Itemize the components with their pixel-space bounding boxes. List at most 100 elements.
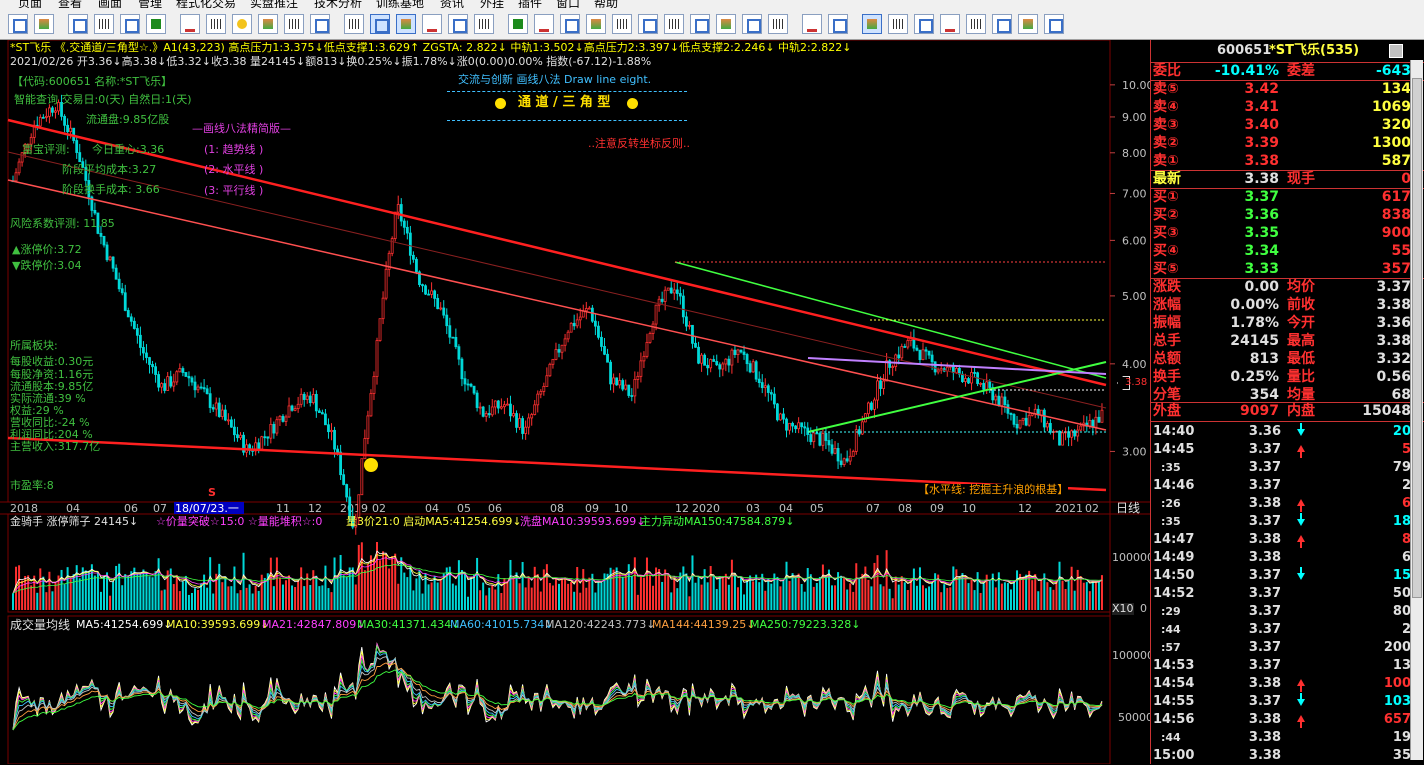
menu-item[interactable]: 管理 xyxy=(138,0,162,8)
multi-icon[interactable] xyxy=(742,14,762,34)
menu-item[interactable]: 技术分析 xyxy=(314,0,362,8)
pen-icon[interactable] xyxy=(828,14,848,34)
quote-scrollbar[interactable] xyxy=(1410,60,1423,760)
volume-bar xyxy=(460,570,463,610)
period-icon[interactable] xyxy=(448,14,468,34)
volume-bar xyxy=(136,573,139,610)
candle-body xyxy=(606,353,609,363)
volume-bar xyxy=(330,592,333,610)
menu-item[interactable]: 窗口 xyxy=(556,0,580,8)
kline-chart-area[interactable]: 10.00 9.00 8.00 7.00 6.00 5.00 4.00 3.00 2018 04 0… xyxy=(0,40,1154,764)
menu-item[interactable]: 训练基地 xyxy=(376,0,424,8)
candle-body xyxy=(202,387,206,390)
volume-bar xyxy=(160,590,163,610)
day-icon[interactable] xyxy=(586,14,606,34)
text-tool-icon[interactable] xyxy=(888,14,908,34)
bar-icon[interactable] xyxy=(508,14,528,34)
candle-body xyxy=(903,346,907,348)
fib-icon[interactable] xyxy=(940,14,960,34)
list-icon[interactable] xyxy=(206,14,226,34)
scrollbar-thumb[interactable] xyxy=(1412,78,1422,598)
ask-price: 3.39 xyxy=(1244,135,1279,151)
stock-menu-icon[interactable] xyxy=(1389,44,1403,58)
bid-label: 买③ xyxy=(1153,225,1179,241)
menu-item[interactable]: 外挂 xyxy=(480,0,504,8)
candle-body xyxy=(1076,429,1080,437)
menu-item[interactable]: 帮助 xyxy=(594,0,618,8)
volume-bar xyxy=(51,591,54,610)
channel-icon[interactable] xyxy=(966,14,986,34)
line-icon[interactable] xyxy=(474,14,494,34)
calendar-icon[interactable] xyxy=(232,14,252,34)
draw-icon[interactable] xyxy=(396,14,416,34)
rect-icon[interactable] xyxy=(992,14,1012,34)
trend-icon[interactable] xyxy=(370,14,390,34)
tick-row: 14:53 3.37 13 xyxy=(1151,657,1424,675)
period-label[interactable]: 日线 xyxy=(1116,502,1140,514)
volume-bar xyxy=(1085,582,1088,610)
arrow-down-icon xyxy=(1297,519,1305,526)
menu-item[interactable]: 实盘推注 xyxy=(250,0,298,8)
layout-icon[interactable] xyxy=(310,14,330,34)
volume-bar xyxy=(145,572,148,610)
gear-icon[interactable] xyxy=(258,14,278,34)
tick-icon[interactable] xyxy=(716,14,736,34)
volume-bar xyxy=(870,586,873,610)
candle-body xyxy=(630,395,634,397)
candle-icon[interactable] xyxy=(534,14,554,34)
volume-bar xyxy=(497,574,500,610)
volume-bar xyxy=(360,542,363,610)
text-icon[interactable] xyxy=(344,14,364,34)
volume-bar xyxy=(900,576,903,610)
open-icon[interactable] xyxy=(34,14,54,34)
close-chart-icon[interactable] xyxy=(180,14,200,34)
menu-item[interactable]: 资讯 xyxy=(440,0,464,8)
divider xyxy=(1151,421,1424,422)
ask-price: 3.38 xyxy=(1244,153,1279,169)
menu-item[interactable]: 插件 xyxy=(518,0,542,8)
window-icon[interactable] xyxy=(94,14,114,34)
volume-bar xyxy=(925,588,928,610)
minute-icon[interactable] xyxy=(560,14,580,34)
season-icon[interactable] xyxy=(664,14,684,34)
cross-icon[interactable] xyxy=(862,14,882,34)
zoom-icon[interactable] xyxy=(768,14,788,34)
volume-bar xyxy=(521,561,524,610)
volume-bar xyxy=(288,575,291,610)
candle-body xyxy=(1018,419,1022,429)
menu-item[interactable]: 画面 xyxy=(98,0,122,8)
month-icon[interactable] xyxy=(638,14,658,34)
menu-item[interactable]: 查看 xyxy=(58,0,82,8)
ask-label: 卖② xyxy=(1153,135,1179,151)
candle-body xyxy=(187,376,191,379)
candle-body xyxy=(263,436,267,439)
menu-item[interactable]: 页面 xyxy=(18,0,42,8)
table-icon[interactable] xyxy=(284,14,304,34)
volume-bar xyxy=(1000,583,1003,610)
year-icon[interactable] xyxy=(690,14,710,34)
date-tick-label: 07 xyxy=(153,502,167,515)
chart-icon[interactable] xyxy=(422,14,442,34)
bars-icon[interactable] xyxy=(914,14,934,34)
candle-body xyxy=(924,349,928,352)
volume-bar xyxy=(103,575,105,610)
week-icon[interactable] xyxy=(612,14,632,34)
bid-volume: 357 xyxy=(1381,261,1411,277)
volume-bar xyxy=(357,544,360,610)
candle-body xyxy=(885,360,888,382)
crosshair-icon[interactable] xyxy=(68,14,88,34)
volume-bar xyxy=(175,574,178,610)
volume-bar xyxy=(139,572,142,610)
menu-item[interactable]: 程式化交易 xyxy=(176,0,236,8)
grid-icon[interactable] xyxy=(8,14,28,34)
chart-icon[interactable] xyxy=(146,14,166,34)
circle-icon[interactable] xyxy=(1018,14,1038,34)
ask-row: 卖⑤ 3.42 134 xyxy=(1151,80,1424,98)
weight-icon[interactable] xyxy=(120,14,140,34)
cursor-icon[interactable] xyxy=(802,14,822,34)
volume-bar xyxy=(621,577,624,610)
volume-bar xyxy=(224,576,227,610)
more-icon[interactable] xyxy=(1044,14,1064,34)
volume-bar xyxy=(997,572,1000,610)
volume-bar xyxy=(60,569,63,610)
